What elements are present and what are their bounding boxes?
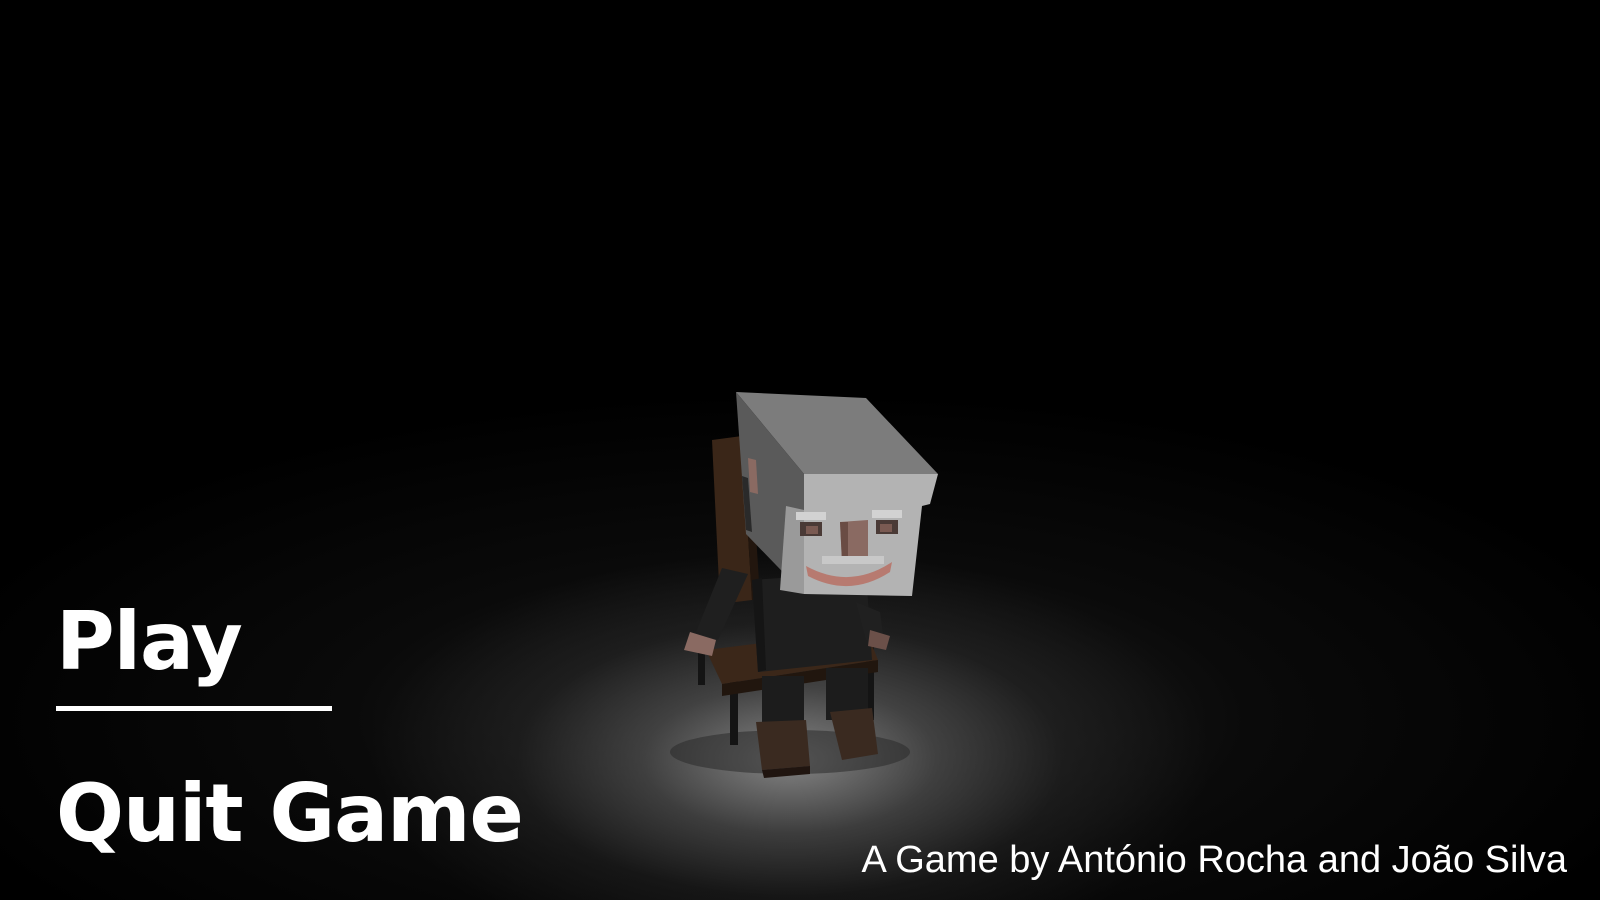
play-button[interactable]: Play [56, 596, 243, 688]
quit-game-button[interactable]: Quit Game [56, 768, 524, 860]
play-selection-underline [56, 706, 332, 711]
character-right-eyebrow [872, 510, 902, 518]
game-main-menu-scene: Play Quit Game A Game by António Rocha a… [0, 0, 1600, 900]
character-left-shoe [756, 720, 810, 770]
character-left-arm [696, 568, 748, 640]
character-left-eyebrow [796, 512, 826, 520]
credits-text: A Game by António Rocha and João Silva [861, 839, 1567, 881]
character-moustache [822, 556, 884, 564]
seated-blocky-character [670, 392, 938, 778]
